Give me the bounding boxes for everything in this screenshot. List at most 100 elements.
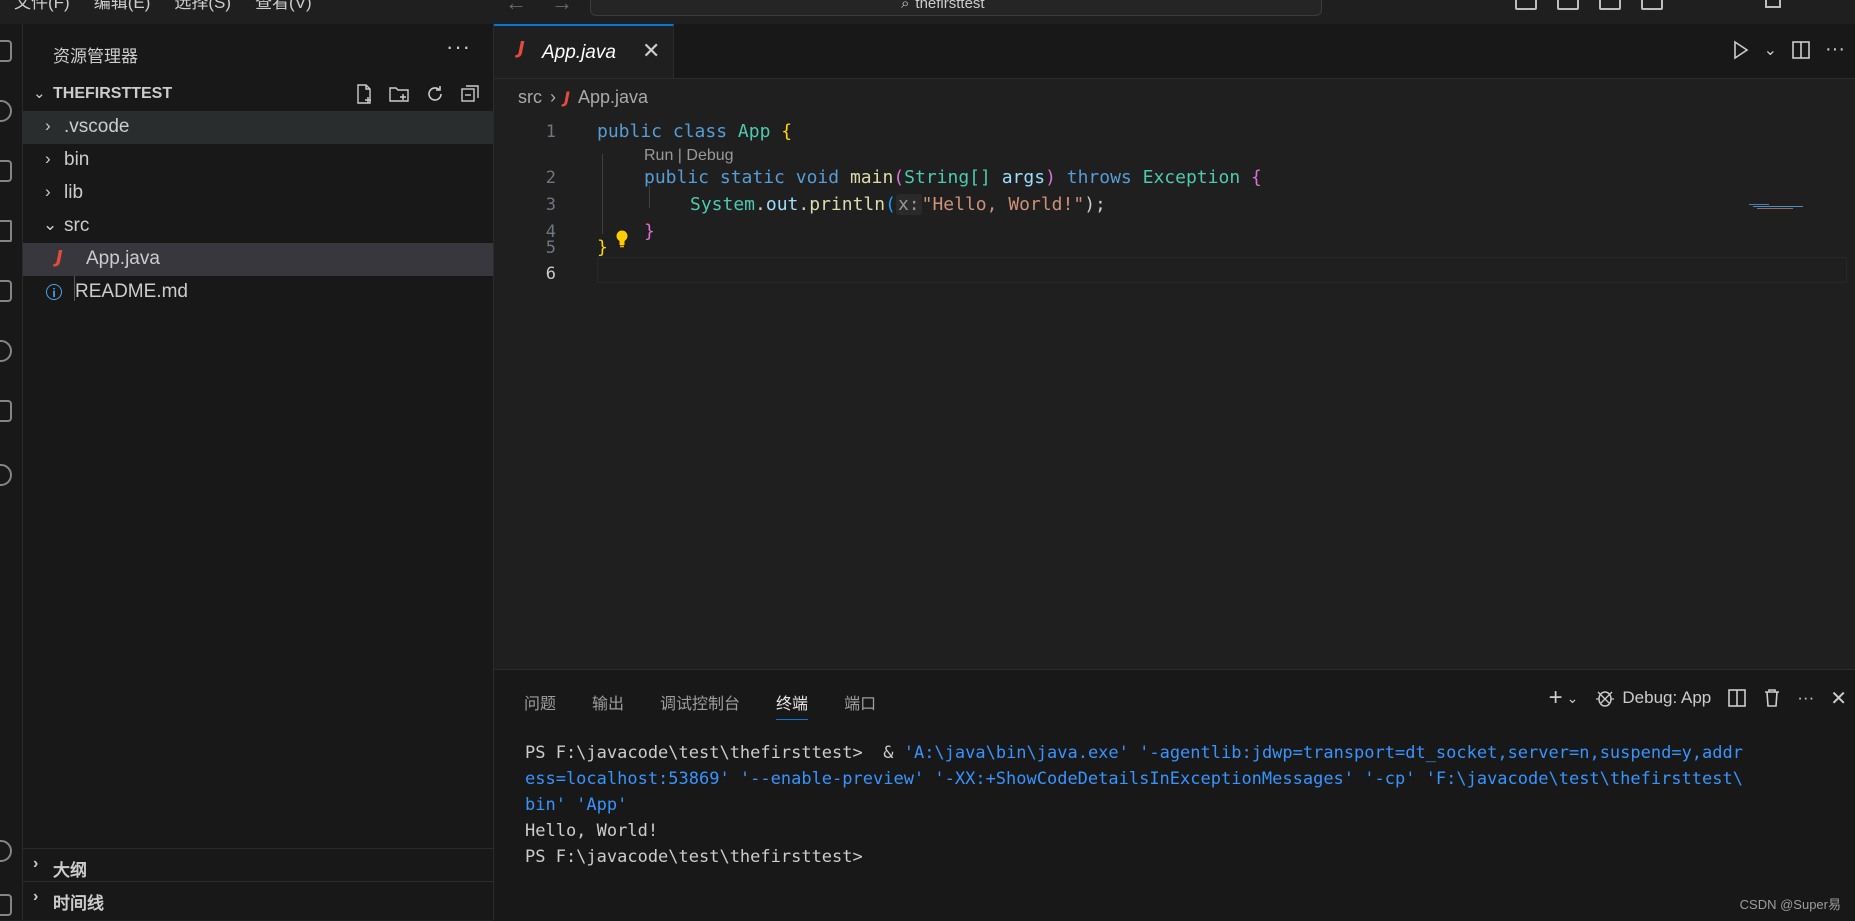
chevron-right-icon: › [33, 855, 39, 872]
sidebar-more-icon[interactable]: ··· [446, 34, 471, 60]
timeline-section-label: 时间线 [53, 894, 104, 913]
menu-view[interactable]: 查看(V) [255, 0, 312, 13]
menu-bar: 文件(F) 编辑(E) 选择(S) 查看(V) ··· [14, 0, 353, 13]
close-icon[interactable]: ✕ [1830, 686, 1847, 711]
split-terminal-icon[interactable] [1727, 688, 1747, 708]
terminal-output[interactable]: PS F:\javacode\test\thefirsttest> & 'A:\… [525, 740, 1835, 870]
watermark: CSDN @Super易 [1739, 897, 1841, 912]
menu-file[interactable]: 文件(F) [14, 0, 70, 13]
run-debug-icon[interactable] [0, 220, 12, 242]
chevron-right-icon: › [45, 149, 51, 168]
menu-selection[interactable]: 选择(S) [174, 0, 231, 13]
activity-bar [0, 24, 23, 920]
tree-item-lib[interactable]: › lib [23, 177, 493, 210]
tab-terminal[interactable]: 终端 [776, 690, 809, 720]
terminal-line: Hello, World! [525, 821, 659, 841]
tree-item-label: lib [64, 182, 84, 203]
accounts-icon[interactable] [0, 840, 12, 862]
menu-edit[interactable]: 编辑(E) [94, 0, 151, 13]
code-line-5: } [597, 237, 608, 258]
line-number: 1 [545, 122, 556, 142]
new-folder-icon[interactable] [388, 83, 410, 105]
source-control-icon[interactable] [0, 160, 12, 182]
title-bar: 文件(F) 编辑(E) 选择(S) 查看(V) ··· ← → ⌕ thefir… [0, 0, 1855, 25]
manage-gear-icon[interactable] [0, 894, 12, 916]
tree-item-label: App.java [86, 248, 160, 269]
terminal-prompt: PS F:\javacode\test\thefirsttest> [525, 847, 863, 867]
run-icon[interactable] [1732, 40, 1750, 60]
sidebar-title: 资源管理器 [53, 47, 138, 66]
command-center[interactable]: ⌕ thefirsttest [590, 0, 1322, 16]
lightbulb-icon[interactable] [615, 230, 629, 248]
line-number: 2 [545, 168, 556, 188]
tree-item-src[interactable]: ⌄ src [23, 210, 493, 243]
toggle-secondary-sidebar-icon[interactable] [1599, 0, 1621, 10]
java-projects-icon[interactable] [0, 400, 12, 422]
indent-guide [602, 154, 603, 234]
breadcrumb: src › J App.java [518, 84, 648, 110]
line-number: 5 [545, 238, 556, 258]
outline-section[interactable]: › 大纲 [23, 848, 493, 882]
trash-icon[interactable] [1763, 688, 1781, 708]
tree-item-vscode[interactable]: › .vscode [23, 111, 493, 144]
customize-layout-icon[interactable] [1641, 0, 1663, 10]
code-line-1: public class App { [597, 121, 793, 142]
code-line-3: System.out.println(x: "Hello, World!"); [690, 194, 1106, 215]
tab-ports[interactable]: 端口 [844, 690, 876, 720]
chevron-down-icon[interactable]: ⌄ [1567, 690, 1579, 707]
more-actions-icon[interactable]: ··· [1797, 688, 1814, 708]
copilot-icon[interactable] [0, 464, 12, 486]
split-editor-icon[interactable] [1791, 40, 1811, 60]
forward-arrow-icon[interactable]: → [551, 0, 573, 16]
close-icon[interactable]: ✕ [642, 38, 660, 64]
tree-item-readme[interactable]: i README.md [23, 276, 493, 309]
inlay-hint: x: [895, 194, 922, 215]
code-editor[interactable]: 1 2 3 4 5 6 public class App { Run | Deb… [494, 112, 1855, 672]
extensions-icon[interactable] [0, 280, 12, 302]
new-terminal-icon[interactable]: + [1549, 684, 1563, 712]
tree-item-label: src [64, 215, 90, 236]
timeline-section[interactable]: › 时间线 [23, 881, 493, 915]
chevron-down-icon: ⌄ [33, 85, 46, 102]
workspace-folder-header[interactable]: ⌄ THEFIRSTTEST [23, 80, 493, 108]
terminal-line: bin' 'App' [525, 795, 628, 815]
new-file-icon[interactable] [353, 83, 375, 105]
tab-app-java[interactable]: J App.java ✕ [494, 24, 674, 78]
outline-section-label: 大纲 [53, 861, 87, 880]
chevron-right-icon: › [45, 116, 51, 135]
java-file-icon: J [518, 38, 525, 59]
restore-window-icon[interactable] [1765, 0, 1781, 8]
chevron-down-icon[interactable]: ⌄ [1764, 40, 1777, 60]
java-file-icon: J [564, 87, 570, 107]
editor-tabs: J App.java ✕ ⌄ ··· [494, 24, 1855, 79]
tree-item-app-java[interactable]: J App.java [23, 243, 493, 276]
minimap[interactable] [1749, 204, 1809, 212]
editor-area: J App.java ✕ ⌄ ··· src › J App.java 1 2 … [494, 24, 1855, 669]
line-number-active: 6 [545, 264, 556, 284]
toggle-sidebar-icon[interactable] [1515, 0, 1537, 10]
explorer-icon[interactable] [0, 40, 12, 62]
terminal-line: ess=localhost:53869' '--enable-preview' … [525, 769, 1743, 789]
collapse-all-icon[interactable] [459, 83, 481, 105]
tab-problems[interactable]: 问题 [524, 690, 556, 720]
back-arrow-icon[interactable]: ← [505, 0, 527, 16]
terminal-instance-label[interactable]: Debug: App [1622, 688, 1711, 708]
codelens-run-debug[interactable]: Run | Debug [644, 147, 734, 165]
menu-more[interactable]: ··· [336, 0, 353, 13]
bottom-panel: 问题 输出 调试控制台 终端 端口 + ⌄ Debug: App ··· ✕ P… [494, 669, 1855, 921]
search-activity-icon[interactable] [0, 100, 12, 122]
indent-guide [649, 186, 650, 208]
toggle-panel-icon[interactable] [1557, 0, 1579, 10]
breadcrumb-src[interactable]: src [518, 87, 542, 108]
testing-icon[interactable] [0, 340, 12, 362]
refresh-icon[interactable] [424, 83, 446, 105]
tab-debug-console[interactable]: 调试控制台 [660, 690, 740, 720]
more-actions-icon[interactable]: ··· [1825, 38, 1845, 61]
layout-controls [1515, 0, 1663, 10]
breadcrumb-file[interactable]: App.java [578, 87, 648, 108]
tree-item-label: bin [64, 149, 90, 170]
tab-output[interactable]: 输出 [592, 690, 624, 720]
tree-item-label: .vscode [64, 116, 130, 137]
debug-bug-icon [1596, 691, 1615, 707]
tree-item-bin[interactable]: › bin [23, 144, 493, 177]
